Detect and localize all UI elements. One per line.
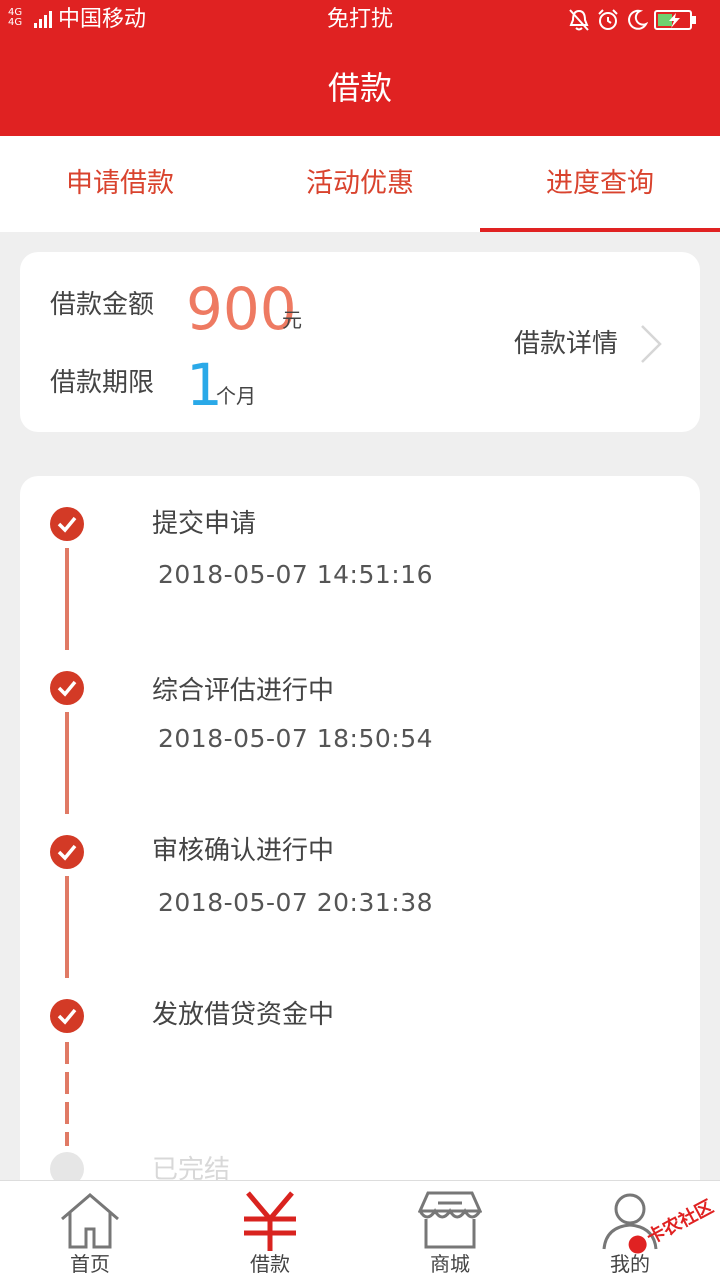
tab-promotions[interactable]: 活动优惠 [240,136,480,232]
progress-timeline: 提交申请 2018-05-07 14:51:16 综合评估进行中 2018-05… [20,476,700,1236]
step-check-icon [50,835,84,869]
tab-apply-loan[interactable]: 申请借款 [0,136,240,232]
page-title: 借款 [327,69,392,107]
nav-home[interactable]: 首页 [0,1181,180,1280]
tab-progress-query[interactable]: 进度查询 [480,136,720,232]
timeline-connector [65,712,69,814]
home-icon [61,1193,119,1249]
nav-label: 借款 [250,1252,290,1276]
step-check-icon [50,671,84,705]
step-title: 发放借贷资金中 [152,1000,335,1030]
nav-shop[interactable]: 商城 [360,1181,540,1280]
moon-icon [628,9,648,30]
step-time: 2018-05-07 18:50:54 [158,724,434,753]
timeline-connector [65,548,69,650]
step-time: 2018-05-07 14:51:16 [158,560,434,589]
battery-charging-icon [654,10,696,30]
status-bar: 4G 4G 中国移动 免打扰 [0,0,720,40]
step-check-icon [50,999,84,1033]
loan-detail-link[interactable]: 借款详情 [514,326,618,362]
nav-loan[interactable]: 借款 [180,1181,360,1280]
chevron-right-icon[interactable] [636,322,666,366]
watermark-logo: 卡农社区 [628,1195,717,1254]
term-label: 借款期限 [50,368,155,398]
loan-summary-card: 借款金额 900 元 借款期限 1 个月 借款详情 [20,252,700,432]
step-check-icon [50,507,84,541]
tab-bar: 申请借款 活动优惠 进度查询 [0,136,720,232]
amount-unit: 元 [282,308,302,332]
timeline-connector [65,876,69,978]
amount-label: 借款金额 [50,290,155,320]
alarm-icon [598,9,618,30]
step-title: 提交申请 [152,509,257,539]
step-title: 审核确认进行中 [152,836,335,866]
yuan-icon [244,1191,296,1251]
term-unit: 个月 [216,384,256,408]
bell-muted-icon [569,9,589,31]
svg-text:卡农社区: 卡农社区 [643,1195,717,1248]
step-time: 2018-05-07 20:31:38 [158,888,434,917]
timeline-connector-pending [65,1042,69,1146]
status-icons [568,6,708,34]
nav-label: 商城 [430,1252,470,1276]
nav-header: 借款 [0,40,720,136]
step-title: 综合评估进行中 [152,676,335,706]
loan-amount: 900 [186,275,297,343]
shop-icon [418,1191,482,1249]
nav-label: 首页 [70,1252,110,1276]
bottom-nav: 首页 借款 商城 我的 [0,1180,720,1280]
